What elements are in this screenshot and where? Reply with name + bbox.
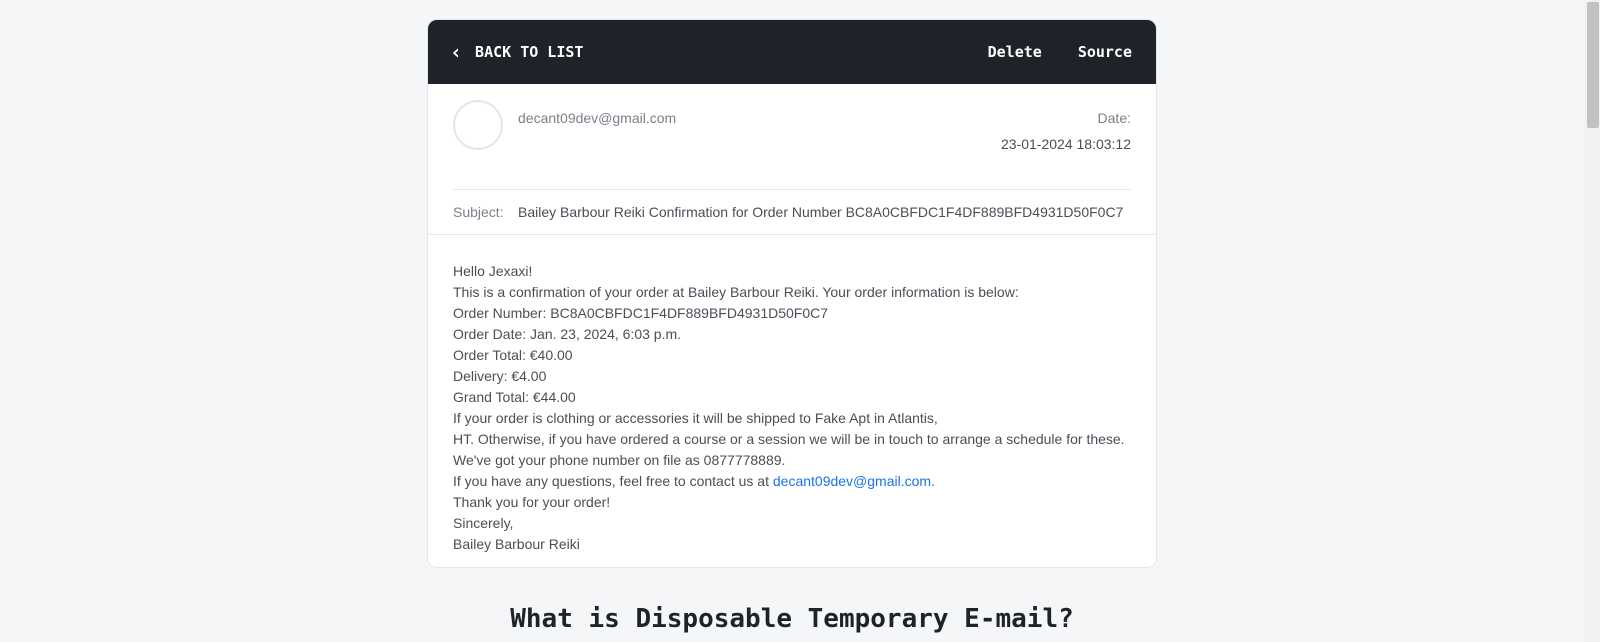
scrollbar-thumb[interactable] [1587, 2, 1599, 128]
body-line: Hello Jexaxi! [453, 263, 533, 279]
subject-value: Bailey Barbour Reiki Confirmation for Or… [518, 204, 1124, 220]
contact-prefix: If you have any questions, feel free to … [453, 473, 773, 489]
subject-row: Subject: Bailey Barbour Reiki Confirmati… [453, 190, 1131, 234]
contact-email-link[interactable]: decant09dev@gmail.com [773, 473, 931, 489]
contact-line: If you have any questions, feel free to … [453, 471, 1131, 492]
body-line: Bailey Barbour Reiki [453, 536, 580, 552]
delete-button[interactable]: Delete [988, 43, 1042, 61]
subject-label: Subject: [453, 204, 504, 220]
section-heading: What is Disposable Temporary E-mail? [510, 604, 1074, 634]
email-card: ‹ BACK TO LIST Delete Source decant09dev… [427, 19, 1157, 568]
body-line: HT. Otherwise, if you have ordered a cou… [453, 431, 1125, 447]
page: ‹ BACK TO LIST Delete Source decant09dev… [0, 0, 1600, 642]
chevron-left-icon: ‹ [450, 40, 463, 64]
date-label: Date: [1097, 110, 1131, 126]
sender-email: decant09dev@gmail.com [518, 110, 677, 126]
body-line: This is a confirmation of your order at … [453, 284, 1019, 300]
email-meta: decant09dev@gmail.com Date: 23-01-2024 1… [428, 84, 1156, 234]
back-to-list-button[interactable]: ‹ BACK TO LIST [450, 42, 583, 62]
date-block: Date: 23-01-2024 18:03:12 [1001, 100, 1131, 189]
source-button[interactable]: Source [1078, 43, 1132, 61]
body-line: Thank you for your order! [453, 494, 611, 510]
body-line: Order Total: €40.00 [453, 347, 573, 363]
body-line: Delivery: €4.00 [453, 368, 547, 384]
body-line: If your order is clothing or accessories… [453, 410, 938, 426]
contact-suffix: . [931, 473, 935, 489]
back-label: BACK TO LIST [475, 43, 584, 61]
email-toolbar: ‹ BACK TO LIST Delete Source [428, 20, 1156, 84]
body-line: Order Number: BC8A0CBFDC1F4DF889BFD4931D… [453, 305, 829, 321]
vertical-scrollbar[interactable] [1584, 0, 1600, 642]
avatar [453, 100, 503, 150]
sender-row: decant09dev@gmail.com Date: 23-01-2024 1… [453, 100, 1131, 190]
body-line: Order Date: Jan. 23, 2024, 6:03 p.m. [453, 326, 682, 342]
body-line: Grand Total: €44.00 [453, 389, 576, 405]
body-line: Sincerely, [453, 515, 514, 531]
date-value: 23-01-2024 18:03:12 [1001, 136, 1131, 152]
email-body: Hello Jexaxi! This is a confirmation of … [428, 235, 1156, 555]
body-line: We've got your phone number on file as 0… [453, 452, 786, 468]
